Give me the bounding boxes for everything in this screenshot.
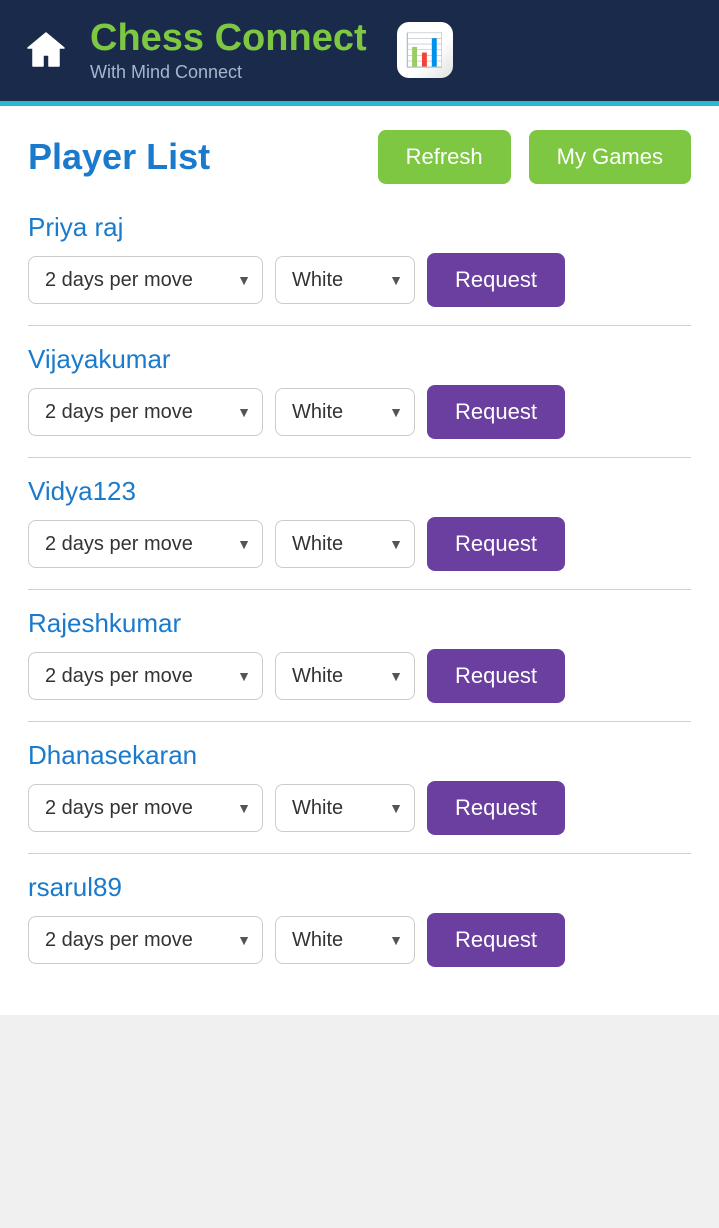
header-text-block: Chess Connect With Mind Connect bbox=[90, 18, 367, 83]
player-controls-rsarul89: 1 day per move2 days per move3 days per … bbox=[28, 913, 691, 967]
request-button-vidya123[interactable]: Request bbox=[427, 517, 565, 571]
move-select-wrapper-rajeshkumar: 1 day per move2 days per move3 days per … bbox=[28, 652, 263, 700]
color-select-rsarul89[interactable]: WhiteBlackRandom bbox=[275, 916, 415, 964]
request-button-priya-raj[interactable]: Request bbox=[427, 253, 565, 307]
color-select-wrapper-vijayakumar: WhiteBlackRandom bbox=[275, 388, 415, 436]
move-select-wrapper-rsarul89: 1 day per move2 days per move3 days per … bbox=[28, 916, 263, 964]
move-select-vidya123[interactable]: 1 day per move2 days per move3 days per … bbox=[28, 520, 263, 568]
top-bar: Player List Refresh My Games bbox=[28, 130, 691, 184]
refresh-button[interactable]: Refresh bbox=[378, 130, 511, 184]
main-content: Player List Refresh My Games Priya raj 1 … bbox=[0, 101, 719, 1015]
my-games-button[interactable]: My Games bbox=[529, 130, 691, 184]
player-controls-dhanasekaran: 1 day per move2 days per move3 days per … bbox=[28, 781, 691, 835]
app-subtitle: With Mind Connect bbox=[90, 62, 367, 83]
color-select-wrapper-priya-raj: WhiteBlackRandom bbox=[275, 256, 415, 304]
player-controls-priya-raj: 1 day per move2 days per move3 days per … bbox=[28, 253, 691, 307]
move-select-rsarul89[interactable]: 1 day per move2 days per move3 days per … bbox=[28, 916, 263, 964]
player-controls-rajeshkumar: 1 day per move2 days per move3 days per … bbox=[28, 649, 691, 703]
home-icon[interactable] bbox=[20, 24, 72, 76]
player-section-rajeshkumar: Rajeshkumar 1 day per move2 days per move… bbox=[28, 608, 691, 722]
player-section-priya-raj: Priya raj 1 day per move2 days per move3 … bbox=[28, 212, 691, 326]
color-select-vidya123[interactable]: WhiteBlackRandom bbox=[275, 520, 415, 568]
color-select-wrapper-rsarul89: WhiteBlackRandom bbox=[275, 916, 415, 964]
request-button-dhanasekaran[interactable]: Request bbox=[427, 781, 565, 835]
color-select-wrapper-vidya123: WhiteBlackRandom bbox=[275, 520, 415, 568]
player-list: Priya raj 1 day per move2 days per move3 … bbox=[28, 212, 691, 985]
move-select-priya-raj[interactable]: 1 day per move2 days per move3 days per … bbox=[28, 256, 263, 304]
move-select-wrapper-priya-raj: 1 day per move2 days per move3 days per … bbox=[28, 256, 263, 304]
player-section-dhanasekaran: Dhanasekaran 1 day per move2 days per mov… bbox=[28, 740, 691, 854]
player-name-vidya123: Vidya123 bbox=[28, 476, 691, 507]
color-select-vijayakumar[interactable]: WhiteBlackRandom bbox=[275, 388, 415, 436]
color-select-rajeshkumar[interactable]: WhiteBlackRandom bbox=[275, 652, 415, 700]
request-button-vijayakumar[interactable]: Request bbox=[427, 385, 565, 439]
player-name-dhanasekaran: Dhanasekaran bbox=[28, 740, 691, 771]
player-controls-vidya123: 1 day per move2 days per move3 days per … bbox=[28, 517, 691, 571]
player-name-vijayakumar: Vijayakumar bbox=[28, 344, 691, 375]
app-header: Chess Connect With Mind Connect 📊 bbox=[0, 0, 719, 101]
player-controls-vijayakumar: 1 day per move2 days per move3 days per … bbox=[28, 385, 691, 439]
move-select-wrapper-dhanasekaran: 1 day per move2 days per move3 days per … bbox=[28, 784, 263, 832]
move-select-wrapper-vijayakumar: 1 day per move2 days per move3 days per … bbox=[28, 388, 263, 436]
move-select-rajeshkumar[interactable]: 1 day per move2 days per move3 days per … bbox=[28, 652, 263, 700]
request-button-rsarul89[interactable]: Request bbox=[427, 913, 565, 967]
app-title: Chess Connect bbox=[90, 18, 367, 60]
player-name-priya-raj: Priya raj bbox=[28, 212, 691, 243]
move-select-vijayakumar[interactable]: 1 day per move2 days per move3 days per … bbox=[28, 388, 263, 436]
player-section-rsarul89: rsarul89 1 day per move2 days per move3 d… bbox=[28, 872, 691, 985]
color-select-dhanasekaran[interactable]: WhiteBlackRandom bbox=[275, 784, 415, 832]
color-select-wrapper-dhanasekaran: WhiteBlackRandom bbox=[275, 784, 415, 832]
player-name-rsarul89: rsarul89 bbox=[28, 872, 691, 903]
player-section-vijayakumar: Vijayakumar 1 day per move2 days per move… bbox=[28, 344, 691, 458]
page-title: Player List bbox=[28, 136, 360, 178]
app-logo: 📊 bbox=[397, 22, 453, 78]
move-select-dhanasekaran[interactable]: 1 day per move2 days per move3 days per … bbox=[28, 784, 263, 832]
player-name-rajeshkumar: Rajeshkumar bbox=[28, 608, 691, 639]
request-button-rajeshkumar[interactable]: Request bbox=[427, 649, 565, 703]
move-select-wrapper-vidya123: 1 day per move2 days per move3 days per … bbox=[28, 520, 263, 568]
color-select-wrapper-rajeshkumar: WhiteBlackRandom bbox=[275, 652, 415, 700]
color-select-priya-raj[interactable]: WhiteBlackRandom bbox=[275, 256, 415, 304]
player-section-vidya123: Vidya123 1 day per move2 days per move3 d… bbox=[28, 476, 691, 590]
